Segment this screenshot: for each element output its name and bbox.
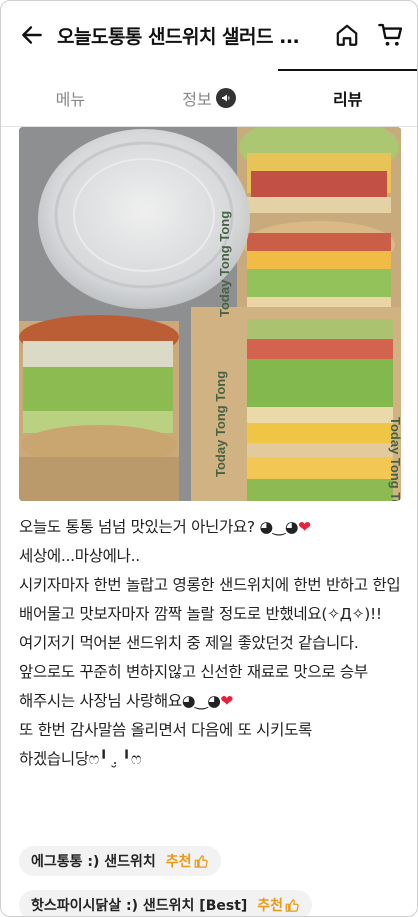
arrow-left-icon bbox=[22, 26, 42, 44]
review-line: 앞으로도 꾸준히 변하지않고 신선한 재료로 맛으로 승부 해주시는 사장님 사… bbox=[19, 663, 368, 710]
menu-tag[interactable]: 에그통통 :) 샌드위치 추천 bbox=[19, 846, 221, 876]
page-title: 오늘도통통 샌드위치 샐러드 ... bbox=[57, 25, 300, 48]
heart-icon: ❤ bbox=[220, 692, 234, 710]
app-frame: 오늘도통통 샌드위치 샐러드 ... 메뉴 정보 리뷰 Today Tong T… bbox=[0, 0, 418, 917]
tab-info[interactable]: 정보 bbox=[140, 69, 279, 126]
tab-review[interactable]: 리뷰 bbox=[278, 69, 417, 126]
megaphone-icon bbox=[215, 87, 236, 108]
tab-menu-label: 메뉴 bbox=[55, 89, 86, 109]
review-line: 세상에...마상에나.. bbox=[19, 547, 140, 565]
back-button[interactable] bbox=[7, 10, 57, 60]
tab-info-label: 정보 bbox=[182, 89, 212, 109]
heart-icon: ❤ bbox=[298, 518, 311, 536]
thumbs-up-icon bbox=[194, 854, 208, 868]
home-button[interactable] bbox=[325, 10, 369, 60]
review-line: 시키자마자 한번 놀랍고 영롱한 샌드위치에 한번 반하고 한입 배어물고 맛보… bbox=[19, 576, 401, 623]
review-line: 또 한번 감사말씀 올리면서 다음에 또 시키도록 하겠습니당ෆ╹ .̮ ╹ෆ bbox=[19, 721, 313, 768]
tab-review-label: 리뷰 bbox=[332, 89, 363, 109]
home-icon bbox=[336, 24, 358, 46]
menu-tag-name: 에그통통 :) 샌드위치 bbox=[31, 854, 156, 870]
recommend-label: 추천 bbox=[257, 895, 300, 915]
tab-menu[interactable]: 메뉴 bbox=[1, 69, 140, 126]
review-photo[interactable]: Today Tong Tong Today Tong Tong Today To… bbox=[19, 127, 401, 501]
top-bar: 오늘도통통 샌드위치 샐러드 ... bbox=[1, 1, 417, 69]
tab-bar: 메뉴 정보 리뷰 bbox=[1, 69, 417, 127]
menu-tag[interactable]: 핫스파이시닭살 :) 샌드위치 [Best] 추천 bbox=[19, 890, 313, 916]
review-line: 오늘도 통통 넘넘 맛있는거 아닌가요? ◕‿◕❤ bbox=[19, 518, 311, 536]
cart-icon bbox=[378, 23, 403, 46]
thumbs-up-icon bbox=[285, 898, 299, 912]
menu-tag-name: 핫스파이시닭살 :) 샌드위치 [Best] bbox=[31, 898, 248, 914]
review-line: 여기저기 먹어본 샌드위치 중 제일 좋았던것 같습니다. bbox=[19, 634, 359, 652]
cart-button[interactable] bbox=[369, 10, 413, 60]
review-text: 오늘도 통통 넘넘 맛있는거 아닌가요? ◕‿◕❤ 세상에...마상에나.. 시… bbox=[19, 513, 401, 774]
recommend-label: 추천 bbox=[166, 851, 209, 871]
